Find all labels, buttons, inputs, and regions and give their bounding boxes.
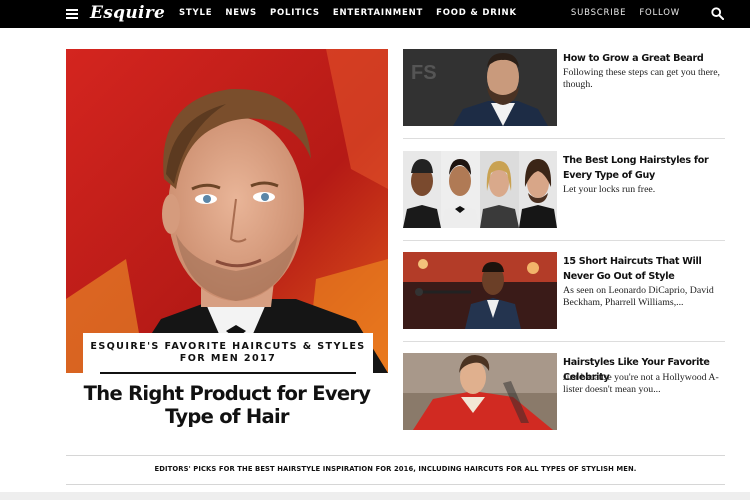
story-headline[interactable]: 15 Short Haircuts That Will Never Go Out… <box>563 254 725 284</box>
editors-picks-caption: EDITORS' PICKS FOR THE BEST HAIRSTYLE IN… <box>154 465 637 473</box>
story-divider <box>403 341 725 342</box>
footer-rule-bottom <box>66 484 725 485</box>
nav-item-news[interactable]: NEWS <box>225 8 257 18</box>
hero-title[interactable]: The Right Product for Every Type of Hair <box>66 382 388 428</box>
hero-kicker-card: ESQUIRE'S FAVORITE HAIRCUTS & STYLES FOR… <box>83 333 373 376</box>
nav-item-politics[interactable]: POLITICS <box>270 8 320 18</box>
story-dek: Following these steps can get you there,… <box>563 67 720 90</box>
nav-item-entertainment[interactable]: ENTERTAINMENT <box>333 8 423 18</box>
nav-actions: SUBSCRIBE FOLLOW <box>571 8 693 18</box>
site-logo[interactable]: Esquire <box>90 3 165 23</box>
story-item[interactable]: The Best Long Hairstyles for Every Type … <box>403 151 725 229</box>
hero-image[interactable] <box>66 49 388 373</box>
nav-item-style[interactable]: STYLE <box>179 8 212 18</box>
story-item[interactable]: FS How to Grow a Great Beard Following t… <box>403 49 725 127</box>
footer-rule-top <box>66 455 725 456</box>
nav-menu: STYLE NEWS POLITICS ENTERTAINMENT FOOD &… <box>179 8 530 18</box>
story-headline[interactable]: The Best Long Hairstyles for Every Type … <box>563 153 725 183</box>
story-thumbnail[interactable] <box>403 252 557 329</box>
story-item[interactable]: Hairstyles Like Your Favorite Celebrity … <box>403 353 725 431</box>
hero-kicker: ESQUIRE'S FAVORITE HAIRCUTS & STYLES FOR… <box>90 341 366 364</box>
story-thumbnail[interactable] <box>403 353 557 430</box>
story-dek: As seen on Leonardo DiCaprio, David Beck… <box>563 285 714 308</box>
story-item[interactable]: 15 Short Haircuts That Will Never Go Out… <box>403 252 725 330</box>
nav-item-food-drink[interactable]: FOOD & DRINK <box>436 8 517 18</box>
subscribe-link[interactable]: SUBSCRIBE <box>571 8 626 18</box>
story-thumbnail[interactable] <box>403 151 557 228</box>
follow-link[interactable]: FOLLOW <box>639 8 680 18</box>
story-dek: Let your locks run free. <box>563 184 656 195</box>
story-headline[interactable]: How to Grow a Great Beard <box>563 51 725 66</box>
story-divider <box>403 138 725 139</box>
story-thumbnail[interactable]: FS <box>403 49 557 126</box>
menu-icon[interactable] <box>66 9 78 19</box>
story-dek: Just because you're not a Hollywood A-li… <box>563 372 719 395</box>
story-divider <box>403 240 725 241</box>
svg-text:FS: FS <box>411 62 437 84</box>
hero-kicker-rule <box>100 372 356 374</box>
top-nav: Esquire STYLE NEWS POLITICS ENTERTAINMEN… <box>0 0 750 28</box>
search-icon[interactable] <box>711 7 724 20</box>
bottom-strip <box>0 492 750 500</box>
